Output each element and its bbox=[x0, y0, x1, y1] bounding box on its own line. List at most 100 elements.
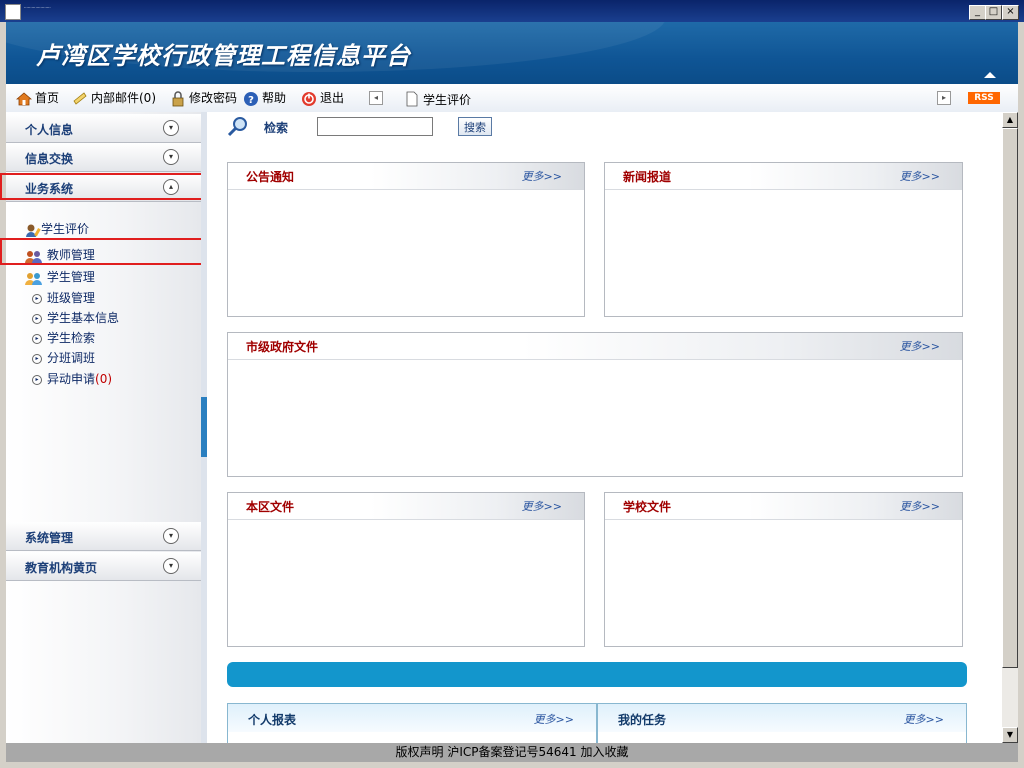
search-button[interactable]: 搜索 bbox=[458, 117, 492, 136]
arrow-bullet-icon: ▸ bbox=[32, 293, 42, 304]
sidebar-section-label: 教育机构黄页 bbox=[25, 561, 98, 575]
arrow-bullet-icon: ▸ bbox=[32, 313, 42, 324]
current-page-label: 学生评价 bbox=[423, 93, 472, 107]
mail-icon bbox=[73, 91, 87, 105]
sidebar-item-student-management[interactable]: 学生管理 bbox=[25, 268, 95, 285]
news-panel: 新闻报道 更多>> bbox=[604, 162, 963, 317]
svg-text:?: ? bbox=[248, 95, 254, 106]
site-title: 卢湾区学校行政管理工程信息平台 bbox=[36, 42, 411, 70]
key-lock-icon bbox=[172, 90, 184, 106]
sidebar-subitem-label: 学生基本信息 bbox=[47, 311, 120, 325]
sidebar-subitem-label: 班级管理 bbox=[47, 291, 96, 305]
panel-header: 市级政府文件 更多>> bbox=[228, 333, 962, 360]
arrow-bullet-icon: ▸ bbox=[32, 333, 42, 344]
search-label: 检索 bbox=[264, 121, 289, 135]
notice-panel: 公告通知 更多>> bbox=[227, 162, 585, 317]
panel-header: 本区文件 更多>> bbox=[228, 493, 584, 520]
more-link[interactable]: 更多>> bbox=[900, 168, 940, 184]
panel-title: 市级政府文件 bbox=[246, 340, 319, 354]
chevron-down-icon[interactable]: ▾ bbox=[163, 558, 179, 574]
minimize-button[interactable]: _ bbox=[969, 5, 986, 20]
help-icon: ? bbox=[244, 91, 258, 106]
sidebar: 个人信息 ▾ 信息交换 ▾ 业务系统 ▴ 学生评价 教师管理 学生管理 ▸ 班级管… bbox=[0, 112, 205, 743]
rss-button[interactable]: RSS bbox=[968, 92, 1000, 104]
arrow-bullet-icon: ▸ bbox=[32, 353, 42, 364]
more-link[interactable]: 更多>> bbox=[900, 338, 940, 354]
toolbar: 首页 内部邮件(0) 修改密码 ? 帮助 退出 ◂ 学生评价 ▸ RSS bbox=[6, 84, 1018, 113]
power-icon bbox=[302, 91, 316, 106]
sidebar-subitem-label: 分班调班 bbox=[47, 351, 96, 365]
mail-link[interactable]: 内部邮件(0) bbox=[72, 90, 156, 106]
help-label: 帮助 bbox=[262, 91, 287, 105]
school-docs-panel: 学校文件 更多>> bbox=[604, 492, 963, 647]
highlight-box bbox=[0, 173, 205, 200]
close-button[interactable]: × bbox=[1002, 5, 1019, 20]
arrow-bullet-icon: ▸ bbox=[32, 374, 42, 385]
panel-header: 新闻报道 更多>> bbox=[605, 163, 962, 190]
sidebar-subitem-change-request[interactable]: ▸ 异动申请(0) bbox=[32, 370, 112, 387]
students-icon bbox=[25, 272, 42, 285]
sidebar-section-yellow-pages[interactable]: 教育机构黄页 ▾ bbox=[6, 552, 201, 581]
home-label: 首页 bbox=[35, 91, 60, 105]
highlight-box bbox=[0, 238, 205, 265]
more-link[interactable]: 更多>> bbox=[522, 168, 562, 184]
user-edit-icon bbox=[26, 224, 41, 237]
sidebar-section-system-management[interactable]: 系统管理 ▾ bbox=[6, 522, 201, 551]
sidebar-subitem-student-info[interactable]: ▸ 学生基本信息 bbox=[32, 309, 119, 326]
window-right-border bbox=[1018, 22, 1024, 768]
vertical-scrollbar[interactable]: ▲ ▼ bbox=[1002, 112, 1018, 743]
window-titlebar: ····················· _ □ × bbox=[0, 0, 1024, 22]
change-password-label: 修改密码 bbox=[189, 91, 238, 105]
scrollbar-thumb[interactable] bbox=[1002, 128, 1018, 668]
more-link[interactable]: 更多>> bbox=[900, 498, 940, 514]
sidebar-item-label: 学生评价 bbox=[41, 222, 90, 236]
sidebar-section-label: 个人信息 bbox=[25, 123, 74, 137]
logout-link[interactable]: 退出 bbox=[301, 90, 344, 106]
more-link[interactable]: 更多>> bbox=[522, 498, 562, 514]
panel-title: 本区文件 bbox=[246, 500, 295, 514]
help-link[interactable]: ? 帮助 bbox=[243, 90, 286, 106]
change-password-link[interactable]: 修改密码 bbox=[170, 90, 237, 106]
mail-label: 内部邮件(0) bbox=[91, 91, 156, 105]
sidebar-section-personal-info[interactable]: 个人信息 ▾ bbox=[6, 114, 201, 143]
sidebar-item-student-evaluation[interactable]: 学生评价 bbox=[25, 220, 89, 237]
search-input[interactable] bbox=[317, 117, 433, 136]
panel-title: 个人报表 bbox=[248, 713, 297, 727]
sidebar-subitem-label: 学生检索 bbox=[47, 331, 96, 345]
sidebar-section-label: 系统管理 bbox=[25, 531, 74, 545]
home-link[interactable]: 首页 bbox=[16, 90, 59, 106]
panel-title: 公告通知 bbox=[246, 170, 295, 184]
sidebar-section-info-exchange[interactable]: 信息交换 ▾ bbox=[6, 143, 201, 172]
current-page-tab[interactable]: 学生评价 bbox=[404, 90, 472, 107]
panel-header: 我的任务 更多>> bbox=[598, 704, 966, 732]
back-icon[interactable]: ◂ bbox=[369, 91, 383, 105]
sidebar-section-label: 信息交换 bbox=[25, 152, 74, 166]
chevron-down-icon[interactable]: ▾ bbox=[163, 528, 179, 544]
district-docs-panel: 本区文件 更多>> bbox=[227, 492, 585, 647]
city-docs-panel: 市级政府文件 更多>> bbox=[227, 332, 963, 477]
change-request-count: (0) bbox=[95, 372, 113, 386]
home-icon bbox=[16, 91, 32, 105]
panel-title: 新闻报道 bbox=[623, 170, 672, 184]
chevron-down-icon[interactable]: ▾ bbox=[163, 120, 179, 136]
sidebar-subitem-class-management[interactable]: ▸ 班级管理 bbox=[32, 289, 95, 306]
more-link[interactable]: 更多>> bbox=[904, 711, 944, 727]
panel-header: 学校文件 更多>> bbox=[605, 493, 962, 520]
sidebar-subitem-class-assignment[interactable]: ▸ 分班调班 bbox=[32, 349, 95, 366]
scroll-down-icon[interactable]: ▼ bbox=[1002, 727, 1018, 743]
maximize-button[interactable]: □ bbox=[985, 5, 1002, 20]
sidebar-subitem-student-search[interactable]: ▸ 学生检索 bbox=[32, 329, 95, 346]
logout-label: 退出 bbox=[320, 91, 345, 105]
footer: 版权声明 沪ICP备案登记号54641 加入收藏 bbox=[6, 743, 1018, 762]
sidebar-subitem-label: 异动申请 bbox=[47, 372, 96, 386]
forward-icon[interactable]: ▸ bbox=[937, 91, 951, 105]
scroll-up-icon[interactable]: ▲ bbox=[1002, 112, 1018, 128]
collapse-header-icon[interactable] bbox=[984, 72, 996, 78]
header-banner: 卢湾区学校行政管理工程信息平台 bbox=[6, 22, 1018, 84]
document-icon bbox=[406, 91, 418, 106]
section-divider-bar bbox=[227, 662, 967, 687]
chevron-down-icon[interactable]: ▾ bbox=[163, 149, 179, 165]
more-link[interactable]: 更多>> bbox=[534, 711, 574, 727]
sidebar-item-label: 学生管理 bbox=[46, 270, 95, 284]
app-icon bbox=[5, 4, 21, 20]
